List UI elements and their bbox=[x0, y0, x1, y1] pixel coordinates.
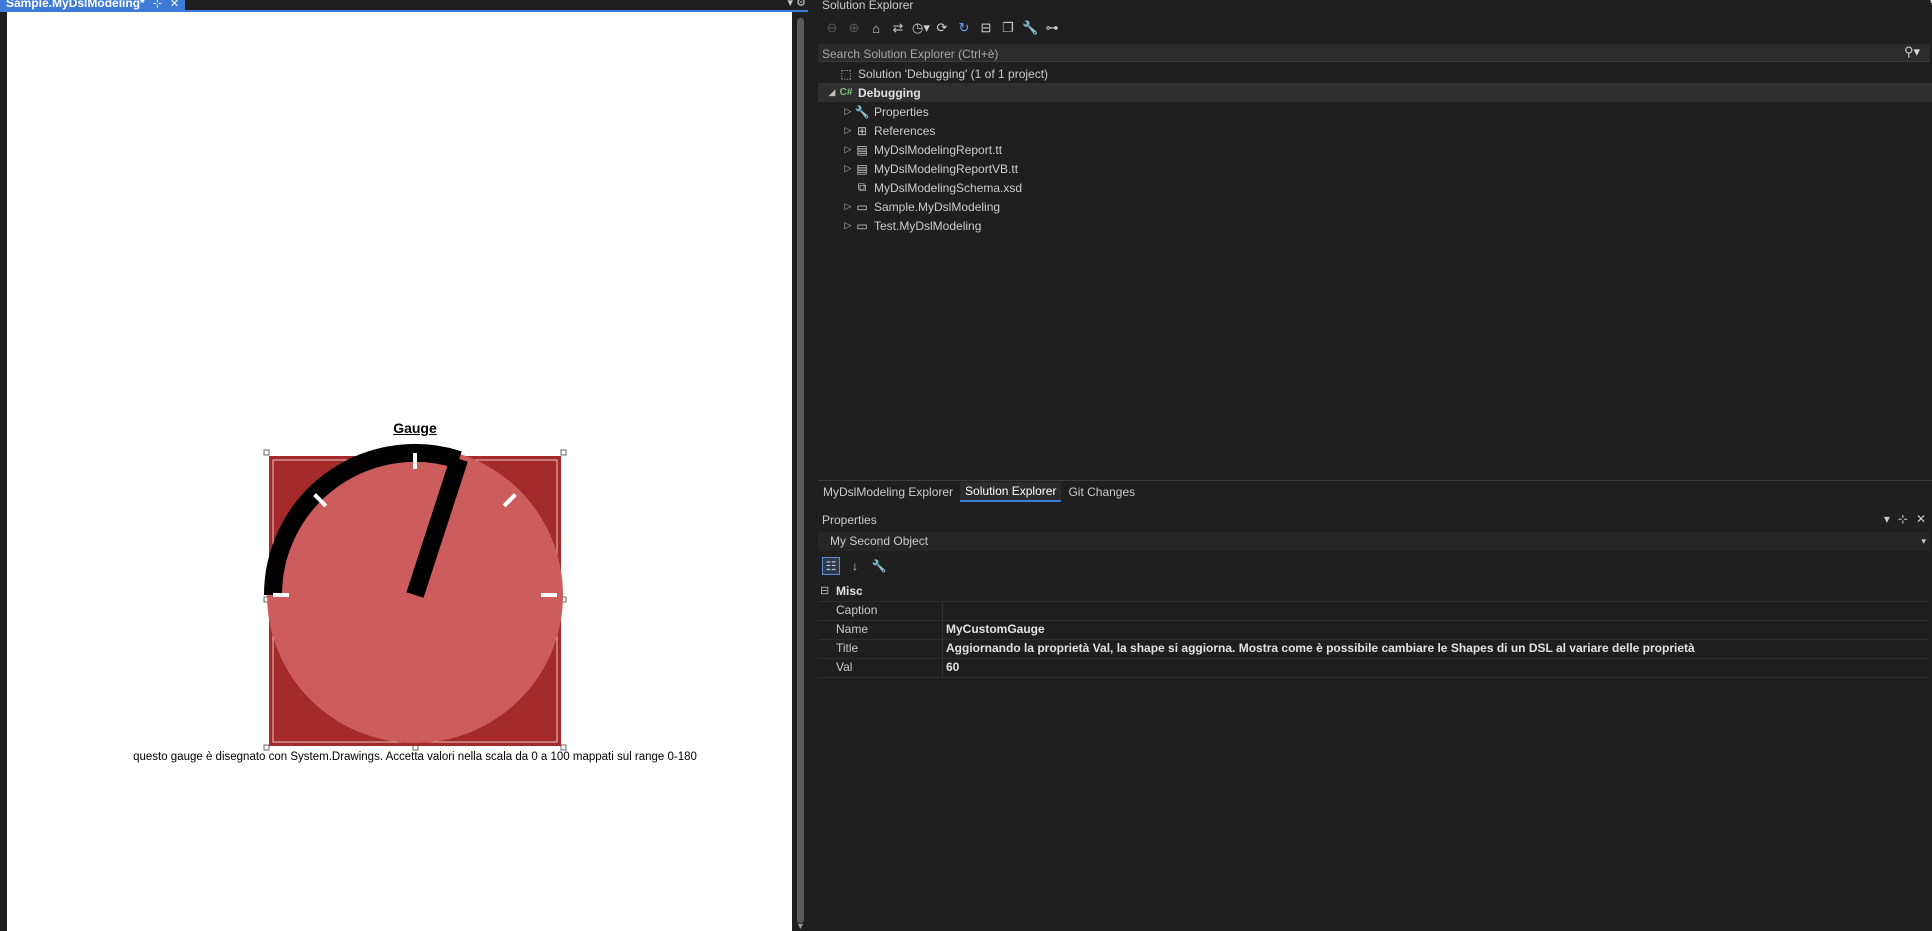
expand-arrow-icon[interactable]: ▷ bbox=[842, 144, 854, 155]
collapse-icon[interactable]: ⊟ bbox=[820, 584, 829, 597]
tree-item-properties[interactable]: ▷ 🔧 Properties bbox=[818, 102, 1932, 121]
gauge-caption: questo gauge è disegnato con System.Draw… bbox=[133, 751, 697, 763]
expand-arrow-icon[interactable]: ▷ bbox=[842, 201, 854, 212]
alphabetical-icon[interactable]: ↓ bbox=[846, 557, 864, 575]
sync-icon[interactable]: ⟳ bbox=[934, 20, 950, 36]
references-icon: ⊞ bbox=[856, 123, 868, 138]
gauge-title: Gauge bbox=[393, 420, 437, 436]
wrench-icon: 🔧 bbox=[854, 104, 870, 119]
expand-arrow-icon[interactable]: ▷ bbox=[842, 106, 854, 117]
tab-solution-explorer[interactable]: Solution Explorer bbox=[960, 482, 1062, 502]
tree-item-project-debugging[interactable]: ◢ C# Debugging bbox=[818, 83, 1932, 102]
categorized-icon[interactable]: ☷ bbox=[822, 557, 840, 575]
scroll-down-arrow-icon[interactable]: ▼ bbox=[796, 921, 805, 931]
solution-explorer-title: Solution Explorer bbox=[822, 0, 914, 12]
tree-item-solution[interactable]: ⬚ Solution 'Debugging' (1 of 1 project) bbox=[818, 64, 1932, 83]
tree-item-sample[interactable]: ▷ ▭ Sample.MyDslModeling bbox=[818, 197, 1932, 216]
forward-icon[interactable]: ⊕ bbox=[846, 20, 862, 36]
property-pages-icon[interactable]: 🔧 bbox=[870, 557, 888, 575]
solution-explorer-toolbar: ⊖ ⊕ ⌂ ⇄ ◷▾ ⟳ ↻ ⊟ ❐ 🔧 ⊶ bbox=[818, 16, 1932, 40]
properties-window: Properties ▾ ⊹ ✕ My Second Object ▾ ☷ ↓ … bbox=[818, 508, 1932, 931]
file-icon: ▭ bbox=[856, 199, 868, 214]
selected-object-name: My Second Object bbox=[830, 534, 929, 548]
chevron-down-icon[interactable]: ▾ bbox=[1921, 536, 1926, 547]
expand-arrow-icon[interactable]: ▷ bbox=[842, 163, 854, 174]
properties-wrench-icon[interactable]: 🔧 bbox=[1022, 20, 1038, 36]
document-pane: Sample.MyDslModeling* ⊹ ✕ ▾ ⚙ Gauge ques… bbox=[0, 0, 808, 931]
back-icon[interactable]: ⊖ bbox=[824, 20, 840, 36]
close-icon[interactable]: ✕ bbox=[170, 0, 179, 10]
expand-arrow-icon[interactable]: ▷ bbox=[842, 220, 854, 231]
refresh-icon[interactable]: ↻ bbox=[956, 20, 972, 36]
property-row-caption[interactable]: Caption bbox=[818, 601, 1928, 621]
home-icon[interactable]: ⌂ bbox=[868, 21, 884, 36]
tool-window-tabs: MyDslModeling Explorer Solution Explorer… bbox=[818, 480, 1932, 503]
xsd-file-icon: ⧉ bbox=[857, 180, 867, 194]
preview-icon[interactable]: ⊶ bbox=[1044, 20, 1060, 36]
tab-mydslmodeling-explorer[interactable]: MyDslModeling Explorer bbox=[818, 483, 958, 501]
search-input[interactable] bbox=[818, 44, 1894, 63]
property-row-val[interactable]: Val 60 bbox=[818, 658, 1928, 678]
collapse-arrow-icon[interactable]: ◢ bbox=[826, 87, 838, 98]
show-all-files-icon[interactable]: ❐ bbox=[1000, 20, 1016, 36]
properties-title: Properties bbox=[822, 513, 877, 527]
expand-arrow-icon[interactable]: ▷ bbox=[842, 125, 854, 136]
gauge-shape[interactable] bbox=[255, 440, 575, 760]
tree-item-references[interactable]: ▷ ⊞ References bbox=[818, 121, 1932, 140]
tree-item-report-tt[interactable]: ▷ ▤ MyDslModelingReport.tt bbox=[818, 140, 1932, 159]
document-tab-title: Sample.MyDslModeling* bbox=[6, 0, 145, 10]
vertical-scrollbar[interactable]: ▼ bbox=[794, 12, 808, 931]
switch-views-icon[interactable]: ⇄ bbox=[890, 20, 906, 36]
properties-toolbar: ☷ ↓ 🔧 bbox=[822, 557, 888, 575]
file-icon: ▤ bbox=[856, 142, 868, 157]
solution-explorer-titlebar: Solution Explorer ▾ ⊹ ✕ bbox=[818, 0, 1932, 13]
property-row-name[interactable]: Name MyCustomGauge bbox=[818, 620, 1928, 640]
collapse-all-icon[interactable]: ⊟ bbox=[978, 20, 994, 36]
chevron-down-icon[interactable]: ▾ ⚙ bbox=[788, 0, 806, 9]
solution-icon: ⬚ bbox=[840, 66, 852, 81]
pin-icon[interactable]: ⊹ bbox=[1898, 512, 1908, 526]
pin-icon[interactable]: ⊹ bbox=[153, 0, 162, 10]
property-row-title[interactable]: Title Aggiornando la proprietà Val, la s… bbox=[818, 639, 1928, 659]
tree-item-reportvb-tt[interactable]: ▷ ▤ MyDslModelingReportVB.tt bbox=[818, 159, 1932, 178]
scrollbar-thumb[interactable] bbox=[797, 18, 804, 923]
document-tab[interactable]: Sample.MyDslModeling* ⊹ ✕ bbox=[0, 0, 186, 10]
tree-item-schema-xsd[interactable]: ⧉ MyDslModelingSchema.xsd bbox=[818, 178, 1932, 197]
search-icon[interactable]: ⚲▾ bbox=[1904, 44, 1920, 60]
close-icon[interactable]: ✕ bbox=[1916, 512, 1926, 526]
object-selector[interactable]: My Second Object ▾ bbox=[818, 532, 1930, 551]
category-misc[interactable]: ⊟ Misc bbox=[818, 582, 1928, 602]
csharp-project-icon: C# bbox=[839, 87, 853, 98]
tab-git-changes[interactable]: Git Changes bbox=[1063, 483, 1140, 501]
tool-window-area: Solution Explorer ▾ ⊹ ✕ ⊖ ⊕ ⌂ ⇄ ◷▾ ⟳ ↻ ⊟… bbox=[818, 0, 1932, 931]
tree-item-test[interactable]: ▷ ▭ Test.MyDslModeling bbox=[818, 216, 1932, 235]
window-position-icon[interactable]: ▾ bbox=[1884, 512, 1890, 526]
pending-changes-filter-icon[interactable]: ◷▾ bbox=[912, 20, 930, 36]
file-icon: ▤ bbox=[856, 161, 868, 176]
document-tab-bar: Sample.MyDslModeling* ⊹ ✕ ▾ ⚙ bbox=[0, 0, 808, 12]
file-icon: ▭ bbox=[856, 218, 868, 233]
solution-explorer-search[interactable]: ⚲▾ bbox=[818, 44, 1930, 63]
